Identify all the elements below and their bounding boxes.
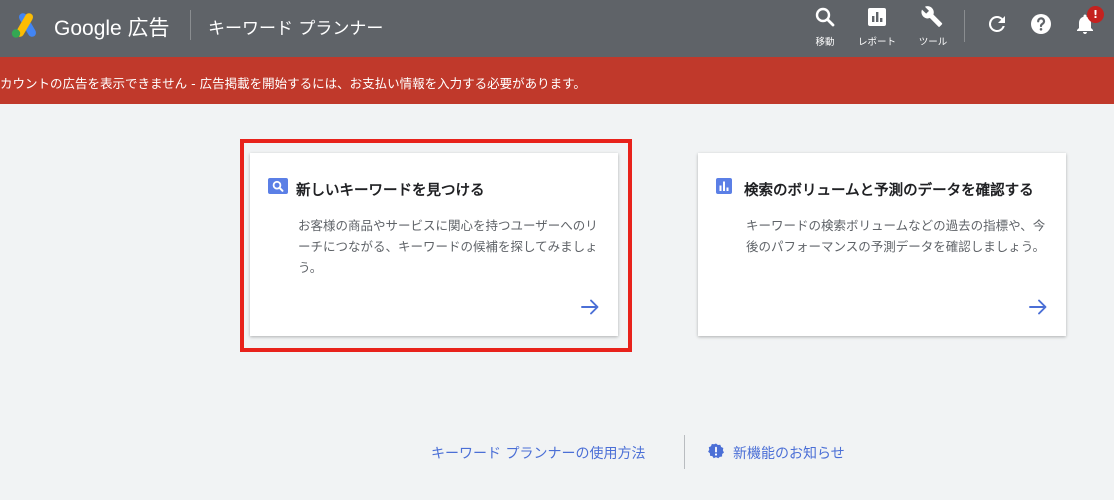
refresh-icon[interactable] <box>985 12 1009 36</box>
billing-alert-text: カウントの広告を表示できません - 広告掲載を開始するには、お支払い情報を入力す… <box>0 76 586 91</box>
card-description: キーワードの検索ボリュームなどの過去の指標や、今後のパフォーマンスの予測データを… <box>746 218 1046 254</box>
card-title: 新しいキーワードを見つける <box>296 183 485 199</box>
forecast-volume-card[interactable]: 検索のボリュームと予測のデータを確認する キーワードの検索ボリュームなどの過去の… <box>698 153 1066 336</box>
whats-new-link[interactable]: 新機能のお知らせ <box>733 443 845 463</box>
reports-label: レポート <box>857 37 896 48</box>
how-to-use-link[interactable]: キーワード プランナーの使用方法 <box>431 443 645 463</box>
go-to-button[interactable]: 移動 <box>810 5 840 51</box>
arrow-right-icon[interactable] <box>580 297 600 317</box>
brand-divider <box>190 10 191 40</box>
page-title: キーワード プランナー <box>208 19 384 39</box>
search-icon <box>815 7 835 27</box>
top-app-bar: Google 広告 キーワード プランナー 移動 レポート ツール ! <box>0 0 1114 57</box>
billing-alert-banner: カウントの広告を表示できません - 広告掲載を開始するには、お支払い情報を入力す… <box>0 57 1114 104</box>
brand-name: Google 広告 <box>54 17 170 40</box>
toolbar-divider <box>964 10 965 42</box>
tools-button[interactable]: ツール <box>915 5 951 51</box>
card-title: 検索のボリュームと予測のデータを確認する <box>744 183 1034 199</box>
search-icon <box>268 178 288 194</box>
wrench-icon <box>921 6 943 27</box>
go-to-label: 移動 <box>815 37 835 48</box>
reports-button[interactable]: レポート <box>852 5 902 51</box>
help-icon[interactable] <box>1029 12 1053 36</box>
notification-badge: ! <box>1087 6 1104 23</box>
bar-chart-icon <box>716 178 732 194</box>
tools-label: ツール <box>918 37 948 48</box>
arrow-right-icon[interactable] <box>1028 297 1048 317</box>
new-feature-badge-icon <box>708 443 724 459</box>
report-icon <box>868 8 886 26</box>
google-ads-logo[interactable] <box>10 11 42 39</box>
footer-divider <box>684 435 685 469</box>
find-new-keywords-card[interactable]: 新しいキーワードを見つける お客様の商品やサービスに関心を持つユーザーへのリーチ… <box>250 153 618 336</box>
card-description: お客様の商品やサービスに関心を持つユーザーへのリーチにつながる、キーワードの候補… <box>298 218 598 275</box>
